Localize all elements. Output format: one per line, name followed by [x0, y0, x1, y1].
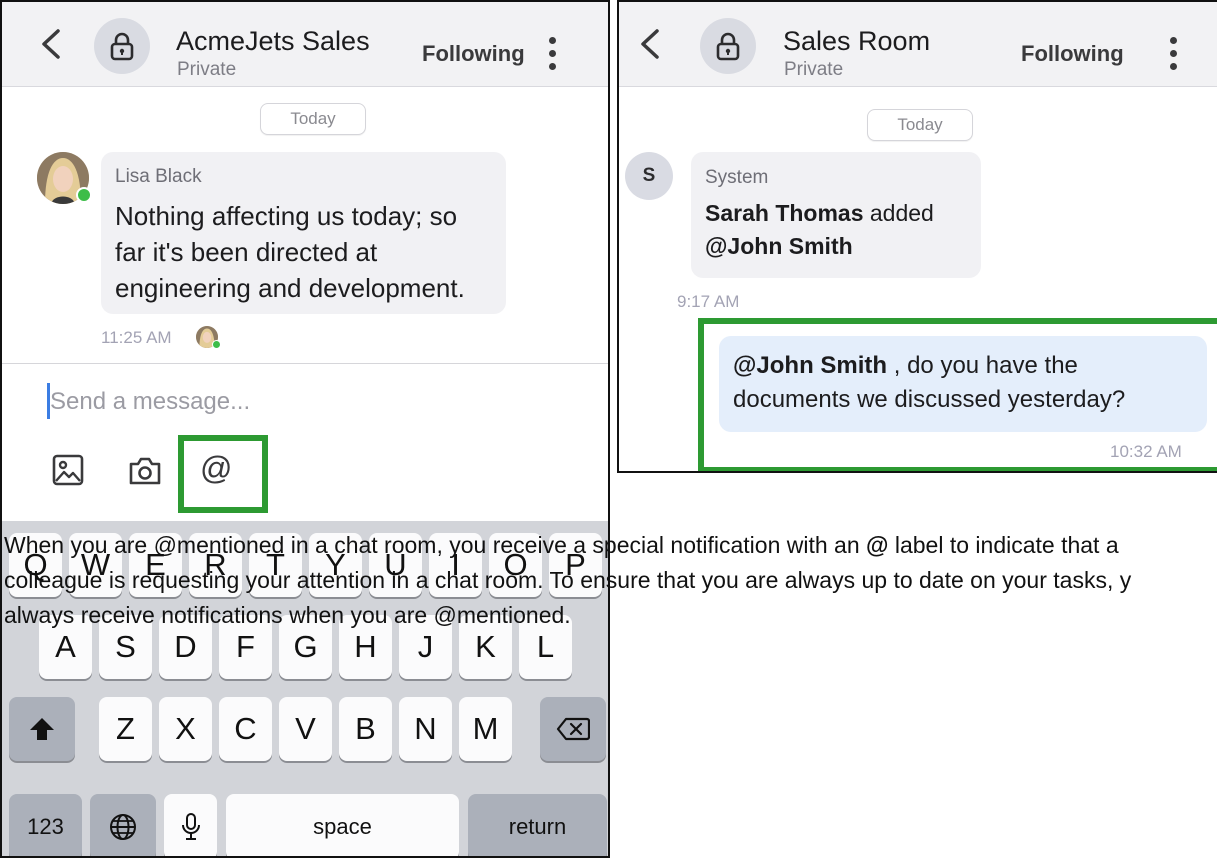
message-time: 9:17 AM: [677, 292, 740, 311]
key-c[interactable]: C: [219, 697, 272, 761]
more-options-icon[interactable]: [546, 37, 558, 71]
at-mention-highlight: [178, 435, 268, 513]
message-line: engineering and development.: [115, 273, 465, 303]
shift-arrow-icon: [30, 718, 54, 740]
more-options-icon[interactable]: [1167, 37, 1179, 71]
globe-icon: [110, 814, 136, 840]
lock-icon: [110, 32, 134, 61]
backspace-icon: [556, 717, 590, 741]
camera-icon[interactable]: [128, 456, 162, 486]
caption-line: colleague is requesting your attention i…: [4, 567, 1132, 593]
caption-line: When you are @mentioned in a chat room, …: [4, 528, 1217, 563]
key-x[interactable]: X: [159, 697, 212, 761]
backspace-key[interactable]: [540, 697, 606, 761]
message-sender: System: [705, 167, 769, 188]
message-line: Nothing affecting us today; so: [115, 201, 458, 231]
space-key[interactable]: space: [226, 794, 459, 856]
online-status-dot: [76, 187, 92, 203]
back-chevron-icon[interactable]: [637, 28, 663, 60]
key-b[interactable]: B: [339, 697, 392, 761]
caption-line: always receive notifications when you ar…: [4, 602, 571, 628]
image-icon[interactable]: [52, 454, 84, 486]
caption-segment: When you are @mentioned in a chat room, …: [4, 532, 867, 558]
composer-divider: [2, 363, 608, 364]
message-sender: Lisa Black: [115, 166, 202, 187]
right-phone-screen: Sales Room Private Following Today S Sys…: [617, 0, 1217, 473]
date-separator: Today: [867, 109, 973, 141]
message-bubble: Lisa Black Nothing affecting us today; s…: [101, 152, 506, 314]
actor-name: Sarah Thomas: [705, 200, 864, 226]
message-time: 11:25 AM: [101, 328, 172, 347]
key-m[interactable]: M: [459, 697, 512, 761]
key-z[interactable]: Z: [99, 697, 152, 761]
chat-header: Sales Room Private Following: [619, 2, 1217, 87]
online-status-dot: [212, 340, 221, 349]
mention-message-highlight: [698, 318, 1217, 471]
message-line: far it's been directed at: [115, 237, 378, 267]
back-chevron-icon[interactable]: [38, 28, 64, 60]
following-button[interactable]: Following: [1021, 41, 1124, 67]
following-button[interactable]: Following: [422, 41, 525, 67]
room-subtitle: Private: [784, 59, 844, 80]
key-n[interactable]: N: [399, 697, 452, 761]
key-v[interactable]: V: [279, 697, 332, 761]
action-text: added: [863, 200, 934, 226]
at-label: @: [866, 532, 889, 558]
chat-header: AcmeJets Sales Private Following: [2, 2, 608, 87]
room-title: AcmeJets Sales: [176, 26, 370, 56]
system-message-bubble: System Sarah Thomas added @John Smith: [691, 152, 981, 278]
lock-icon: [716, 32, 740, 61]
date-separator: Today: [260, 103, 366, 135]
return-key[interactable]: return: [468, 794, 607, 856]
caption-segment: label to indicate that a: [888, 532, 1119, 558]
left-phone-screen: AcmeJets Sales Private Following Today L…: [0, 0, 610, 858]
room-title: Sales Room: [783, 26, 931, 56]
microphone-icon: [181, 813, 200, 840]
mention-link[interactable]: @John Smith: [705, 233, 853, 259]
room-subtitle: Private: [177, 59, 237, 80]
numbers-key[interactable]: 123: [9, 794, 82, 856]
message-text: Nothing affecting us today; so far it's …: [115, 198, 465, 306]
room-lock-avatar: [94, 18, 150, 74]
message-input[interactable]: Send a message...: [50, 388, 250, 416]
globe-key[interactable]: [90, 794, 156, 856]
system-avatar: S: [625, 152, 673, 200]
caption-text: When you are @mentioned in a chat room, …: [4, 528, 1217, 633]
room-lock-avatar: [700, 18, 756, 74]
dictation-key[interactable]: [164, 794, 217, 856]
shift-key[interactable]: [9, 697, 75, 761]
system-message-text: Sarah Thomas added @John Smith: [705, 197, 934, 263]
